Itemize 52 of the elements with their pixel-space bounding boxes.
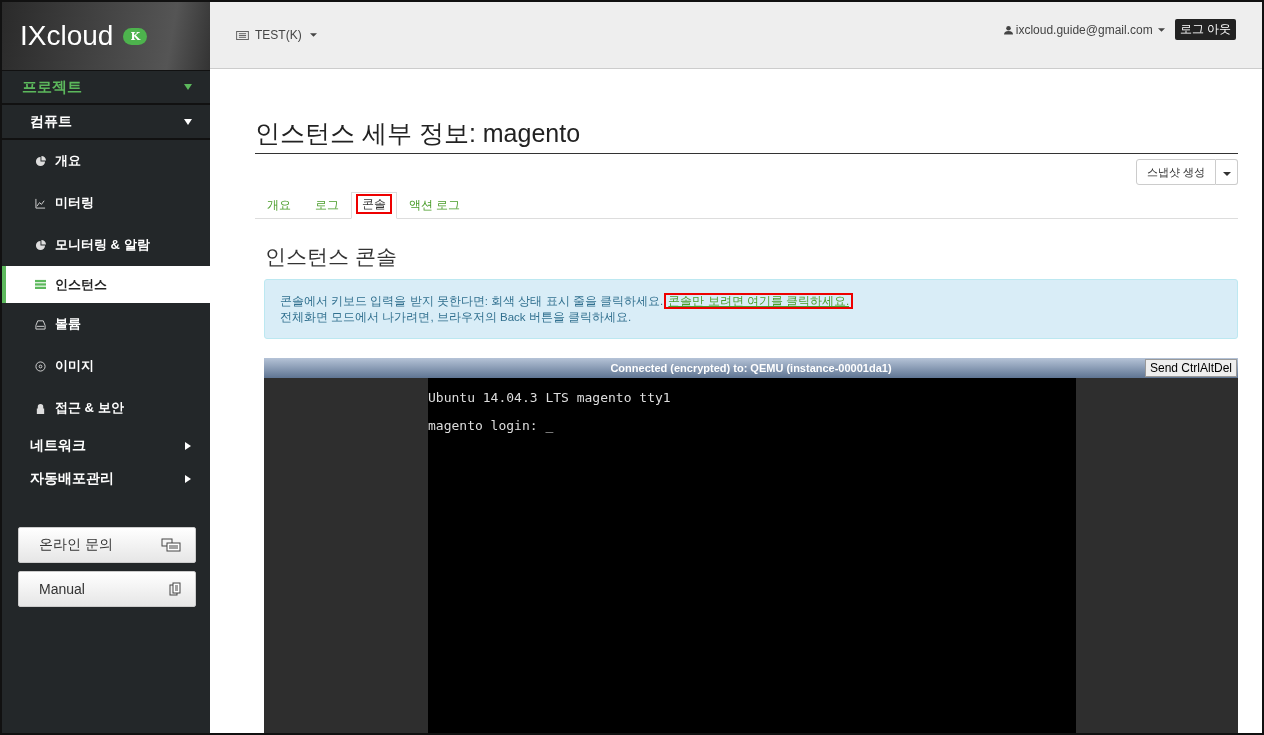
sidebar-item[interactable]: 이미지 [2, 345, 210, 387]
user-dropdown[interactable]: ixcloud.guide@gmail.com [1003, 22, 1165, 37]
cloud-badge-icon: K [123, 27, 147, 45]
menu-icon [35, 197, 46, 209]
sidebar-item[interactable]: 인스턴스 [2, 266, 210, 303]
sidebar-button[interactable]: 온라인 문의 [18, 527, 196, 563]
sidebar-item[interactable]: 모니터링 & 알람 [2, 224, 210, 266]
menu-icon [35, 279, 46, 290]
caret-down-icon [184, 117, 192, 126]
sidebar-item[interactable]: 볼륨 [2, 303, 210, 345]
project-dropdown[interactable]: TEST(K) [236, 28, 317, 42]
sidebar-section[interactable]: 자동배포관리 [2, 462, 210, 495]
caret-right-icon [184, 474, 192, 483]
brand-logo: IXcloud [20, 20, 114, 52]
list-icon [236, 30, 249, 40]
caret-down-icon [184, 83, 192, 91]
menu-icon [35, 360, 46, 372]
caret-right-icon [184, 441, 192, 450]
sidebar-section[interactable]: 프로젝트 [2, 71, 210, 105]
tab[interactable]: 로그 [303, 192, 351, 218]
menu-icon [35, 318, 46, 330]
terminal-line: Ubuntu 14.04.3 LTS magento tty1 [428, 390, 672, 406]
sidebar-section[interactable]: 컴퓨트 [2, 105, 210, 140]
dropdown-toggle[interactable] [1216, 159, 1238, 185]
page-title: 인스턴스 세부 정보: magento [255, 117, 1238, 154]
caret-icon [1157, 27, 1165, 32]
sidebar-button[interactable]: Manual [18, 571, 196, 607]
document-icon [169, 582, 181, 596]
console-status-bar[interactable]: Connected (encrypted) to: QEMU (instance-00001da1) Send CtrlAltDel [264, 358, 1238, 379]
menu-icon [35, 239, 46, 251]
sidebar-item[interactable]: 미터링 [2, 182, 210, 224]
tab[interactable]: 액션 로그 [397, 192, 473, 218]
sidebar-item[interactable]: 접근 & 보안 [2, 387, 210, 429]
terminal-screen[interactable]: Ubuntu 14.04.3 LTS magento tty1 magento login: _ [428, 378, 1076, 733]
sidebar-item[interactable]: 개요 [2, 140, 210, 182]
status-text: Connected (encrypted) to: QEMU (instance-00001da1) [610, 362, 892, 375]
caret-icon [1222, 172, 1231, 176]
chat-icon [161, 538, 181, 552]
terminal-line: magento login: _ [428, 418, 555, 434]
send-ctrlaltdel-button[interactable]: Send CtrlAltDel [1144, 359, 1237, 378]
info-text: 콘솔에서 키보드 입력을 받지 못한다면: 회색 상태 표시 줄을 클릭하세요. [280, 295, 664, 307]
snapshot-button[interactable]: 스냅샷 생성 [1135, 159, 1216, 185]
menu-icon [35, 402, 46, 414]
sidebar-section[interactable]: 네트워크 [2, 429, 210, 462]
section-title: 인스턴스 콘솔 [265, 244, 398, 270]
caret-icon [309, 33, 317, 37]
user-icon [1003, 24, 1013, 35]
logout-button[interactable]: 로그 아웃 [1174, 19, 1236, 40]
tab[interactable]: 개요 [255, 192, 303, 218]
tab[interactable]: 콘솔 [351, 192, 397, 219]
menu-icon [35, 155, 46, 167]
info-text: 전체화면 모드에서 나가려면, 브라우저의 Back 버튼을 클릭하세요. [280, 310, 633, 326]
